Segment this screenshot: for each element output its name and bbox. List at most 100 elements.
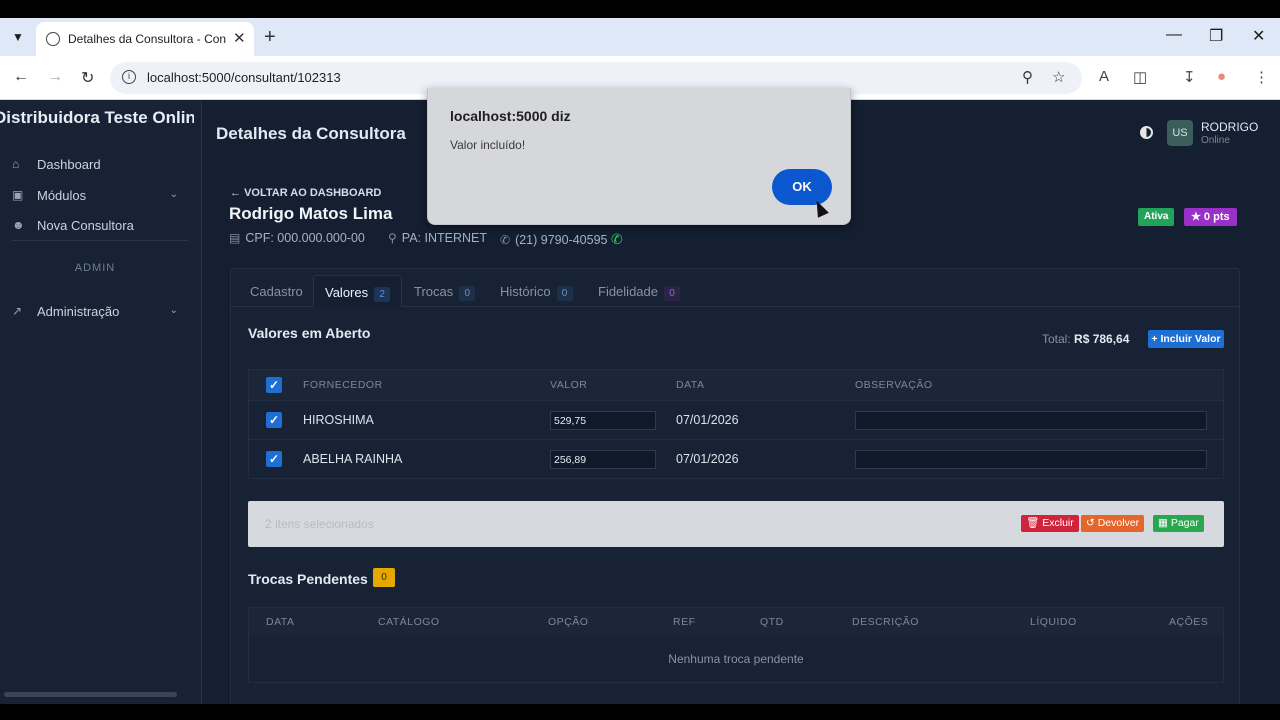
user-name: RODRIGO — [1201, 120, 1259, 134]
observacao-input[interactable] — [855, 411, 1207, 430]
data-cell: 07/01/2026 — [676, 452, 739, 466]
site-info-icon[interactable]: i — [122, 70, 136, 84]
tab-title: Detalhes da Consultora - Consu — [68, 32, 226, 46]
download-icon[interactable]: ↧ — [1183, 68, 1196, 86]
tab-cadastro[interactable]: Cadastro — [250, 275, 303, 307]
tab-trocas[interactable]: Trocas 0 — [414, 275, 476, 307]
reload-icon[interactable]: ↻ — [81, 68, 94, 88]
details-card: Cadastro Valores 2 Trocas 0 Histórico 0 Fid… — [230, 268, 1240, 704]
tab-count: 2 — [374, 287, 391, 302]
col-valor: VALOR — [550, 379, 588, 391]
new-tab-icon[interactable]: + — [264, 26, 276, 49]
table-header: DATA CATÁLOGO OPÇÃO REF QTD DESCRIÇÃO LÍ… — [249, 608, 1223, 635]
sidebar-item-nova-consultora[interactable]: ☻ Nova Consultora — [12, 216, 182, 238]
tab-historico[interactable]: Histórico 0 — [500, 275, 573, 307]
col-liquido: LÍQUIDO — [1030, 616, 1077, 628]
tab-label: Cadastro — [250, 284, 303, 299]
tab-count: 0 — [459, 286, 476, 301]
total-value: R$ 786,64 — [1074, 332, 1130, 346]
browser-tab[interactable]: Detalhes da Consultora - Consu ✕ — [36, 22, 254, 56]
trocas-table: DATA CATÁLOGO OPÇÃO REF QTD DESCRIÇÃO LÍ… — [248, 607, 1224, 683]
valores-title: Valores em Aberto — [248, 325, 371, 341]
consultant-name: Rodrigo Matos Lima — [229, 204, 393, 223]
tab-count: 0 — [664, 286, 680, 301]
pay-button[interactable]: ▦ Pagar — [1153, 515, 1204, 532]
col-opcao: OPÇÃO — [548, 616, 589, 628]
browser-tabstrip: ▼ Detalhes da Consultora - Consu ✕ + — ❐… — [0, 18, 1280, 56]
chevron-down-icon: ⌄ — [169, 305, 178, 316]
sidebar-item-label: Administração — [37, 304, 120, 319]
tab-bar: Cadastro Valores 2 Trocas 0 Histórico 0 Fid… — [231, 275, 1239, 307]
pay-label: Pagar — [1170, 517, 1199, 529]
pa-info: ⚲ PA: INTERNET — [388, 231, 487, 245]
whatsapp-icon[interactable]: ✆ — [611, 231, 623, 247]
return-button[interactable]: ↺ Devolver — [1081, 515, 1145, 532]
brand-title: Distribuidora Teste Online — [0, 108, 194, 127]
location-icon: ⚲ — [388, 231, 397, 245]
trocas-count-badge: 0 — [373, 568, 395, 587]
chart-icon: ↗ — [12, 304, 23, 318]
menu-icon[interactable]: ⋮ — [1254, 68, 1269, 86]
theme-toggle-icon[interactable] — [1140, 126, 1153, 139]
add-value-button[interactable]: + Incluir Valor — [1148, 330, 1224, 348]
page-title: Detalhes da Consultora — [216, 124, 406, 143]
tab-label: Trocas — [414, 284, 454, 299]
home-icon: ⌂ — [12, 157, 20, 171]
sidebar-item-label: Módulos — [37, 188, 87, 203]
modules-icon: ▣ — [12, 188, 24, 202]
alert-dialog: localhost:5000 diz Valor incluído! OK — [427, 88, 851, 225]
forward-icon[interactable]: → — [47, 68, 63, 86]
valores-table: ✓ FORNECEDOR VALOR DATA OBSERVAÇÃO ✓ HIR… — [248, 369, 1224, 479]
delete-button[interactable]: 🗑 Excluir — [1021, 515, 1079, 532]
profile-icon[interactable]: ● — [1217, 68, 1226, 85]
table-row: ✓ HIROSHIMA 07/01/2026 — [249, 400, 1223, 439]
divider — [12, 240, 188, 241]
back-to-dashboard-link[interactable]: ← VOLTAR AO DASHBOARD — [230, 187, 381, 199]
id-card-icon: ▤ — [229, 231, 241, 245]
row-checkbox[interactable]: ✓ — [266, 451, 282, 467]
col-ref: REF — [673, 616, 696, 628]
col-data: DATA — [266, 616, 295, 628]
zoom-icon[interactable]: ⚲ — [1022, 68, 1033, 86]
close-window-icon[interactable]: ✕ — [1252, 26, 1265, 46]
tab-label: Histórico — [500, 284, 551, 299]
minimize-icon[interactable]: — — [1166, 26, 1182, 44]
dialog-title: localhost:5000 diz — [450, 108, 571, 124]
valor-input[interactable] — [550, 450, 656, 469]
tab-close-icon[interactable]: ✕ — [233, 29, 246, 47]
bookmark-star-icon[interactable]: ☆ — [1052, 68, 1065, 86]
avatar[interactable]: US — [1167, 120, 1193, 146]
back-link-label: VOLTAR AO DASHBOARD — [244, 187, 382, 199]
extensions-icon[interactable]: ◫ — [1133, 68, 1147, 86]
col-catalogo: CATÁLOGO — [378, 616, 440, 628]
phone-text: (21) 9790-40595 — [515, 233, 608, 247]
back-icon[interactable]: ← — [13, 68, 29, 86]
row-checkbox[interactable]: ✓ — [266, 412, 282, 428]
sidebar-item-dashboard[interactable]: ⌂ Dashboard — [12, 155, 182, 177]
return-label: Devolver — [1097, 517, 1140, 529]
observacao-input[interactable] — [855, 450, 1207, 469]
table-header: ✓ FORNECEDOR VALOR DATA OBSERVAÇÃO — [249, 370, 1223, 400]
sidebar-item-modulos[interactable]: ▣ Módulos ⌄ — [12, 186, 182, 208]
sidebar-scrollbar[interactable] — [4, 692, 177, 697]
phone-info: ✆ (21) 9790-40595 ✆ — [500, 231, 623, 248]
selection-bar: 2 itens selecionados 🗑 Excluir ↺ Devolve… — [248, 501, 1224, 547]
trocas-title: Trocas Pendentes — [248, 571, 368, 587]
translate-icon[interactable]: A — [1099, 68, 1109, 85]
col-descricao: DESCRIÇÃO — [852, 616, 919, 628]
select-all-checkbox[interactable]: ✓ — [266, 377, 282, 393]
sidebar-item-label: Dashboard — [37, 157, 101, 172]
data-cell: 07/01/2026 — [676, 413, 739, 427]
valor-input[interactable] — [550, 411, 656, 430]
tab-search-icon[interactable]: ▼ — [8, 27, 28, 47]
col-observacao: OBSERVAÇÃO — [855, 379, 933, 391]
tab-valores[interactable]: Valores 2 — [313, 275, 403, 307]
globe-icon — [46, 32, 60, 46]
empty-state: Nenhuma troca pendente — [668, 652, 804, 666]
fornecedor-cell: ABELHA RAINHA — [303, 452, 403, 466]
tab-label: Fidelidade — [598, 284, 658, 299]
tab-fidelidade[interactable]: Fidelidade 0 — [598, 275, 680, 307]
bottom-black-bar — [0, 704, 1280, 720]
sidebar-item-administracao[interactable]: ↗ Administração ⌄ — [12, 302, 182, 324]
restore-icon[interactable]: ❐ — [1209, 26, 1223, 46]
